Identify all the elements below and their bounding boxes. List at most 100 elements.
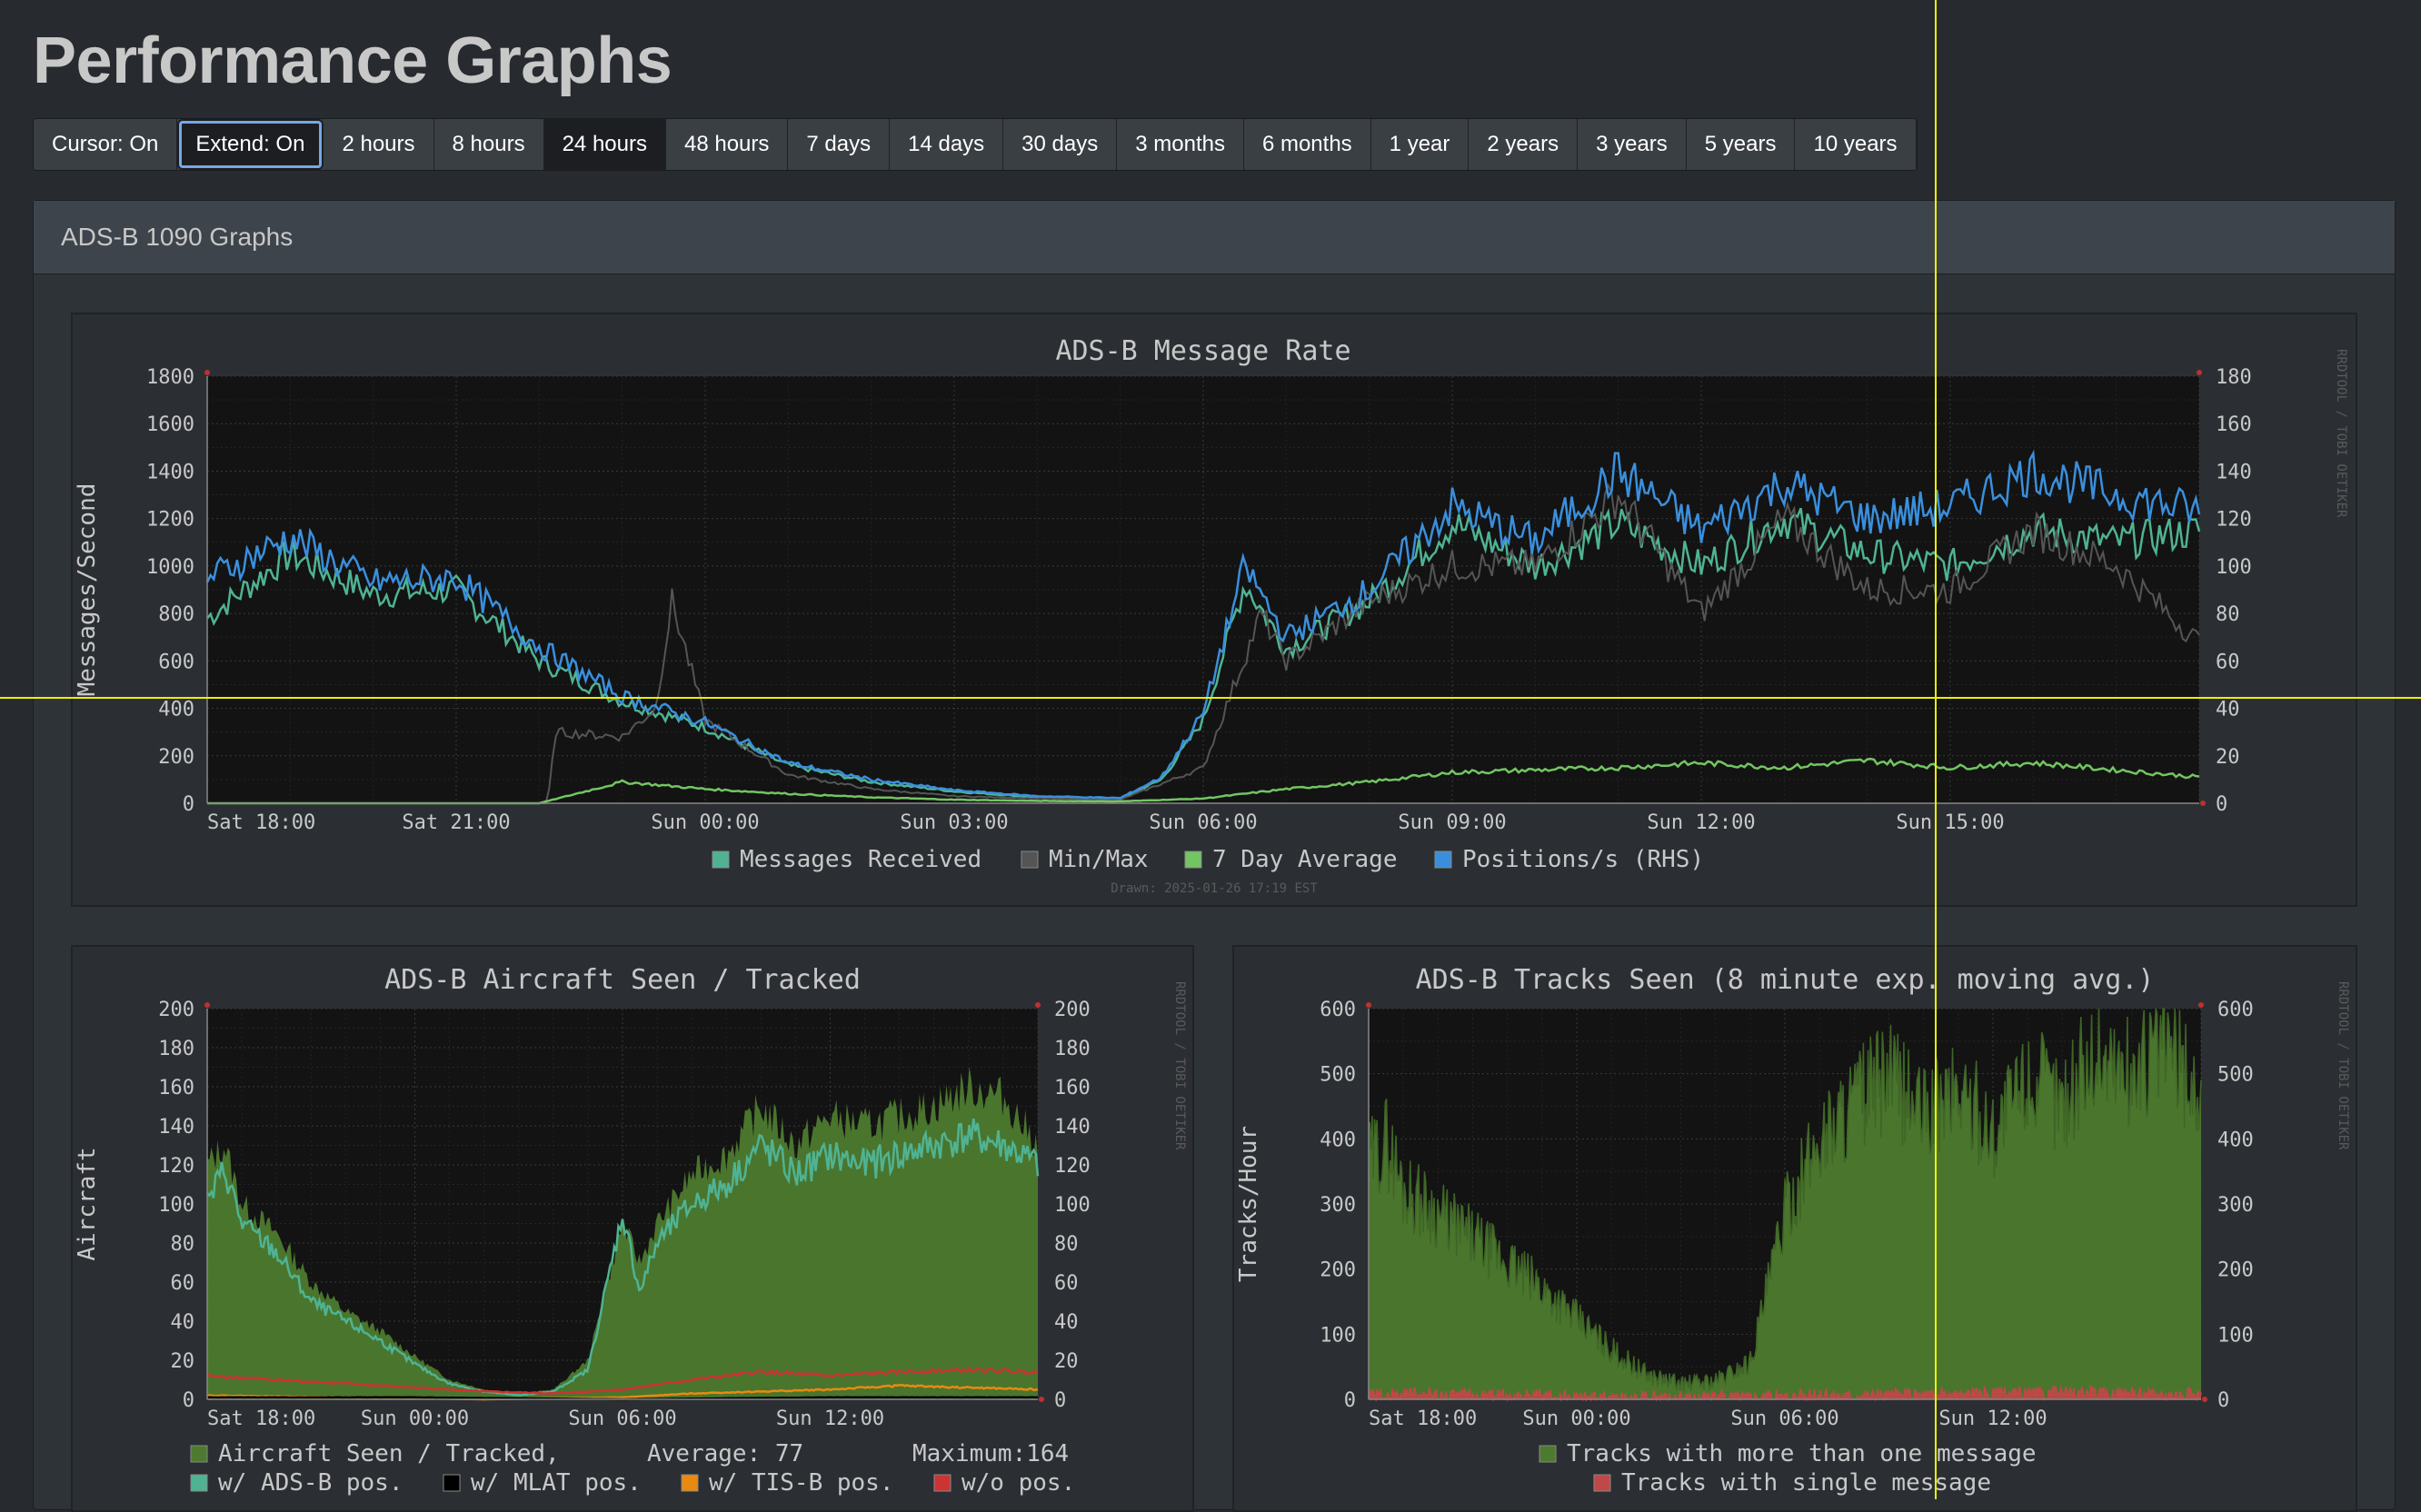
legend-item-w-o-pos: w/o pos. — [961, 1469, 1075, 1497]
legend-item-w-ads-b-pos: w/ ADS-B pos. — [218, 1469, 404, 1497]
y2-tick-label: 180 — [1054, 1038, 1091, 1060]
range-button-6-months[interactable]: 6 months — [1243, 119, 1371, 170]
y-tick-label: 140 — [158, 1116, 194, 1139]
y-tick-label: 1600 — [146, 413, 194, 436]
y-tick-label: 200 — [1320, 1259, 1356, 1282]
y2-tick-label: 80 — [1054, 1233, 1079, 1256]
y2-tick-label: 160 — [1054, 1077, 1091, 1099]
panel-heading: ADS-B 1090 Graphs — [34, 201, 2395, 274]
range-button-3-years[interactable]: 3 years — [1578, 119, 1687, 170]
axis-arrow-top-right — [2198, 1002, 2204, 1008]
legend-swatch-w-mlat-pos — [443, 1474, 461, 1492]
y-tick-label: 0 — [1344, 1389, 1356, 1412]
x-tick-label: Sun 03:00 — [900, 811, 1008, 834]
legend-swatch-7-day-average — [1184, 850, 1202, 869]
message-rate-chart: ADS-B Message Rate Messages/Second 0 0 200 20… — [74, 335, 2348, 896]
y-tick-label: 300 — [1320, 1194, 1356, 1217]
aircraft-seen-chart: ADS-B Aircraft Seen / Tracked Aircraft 0 0 2… — [74, 964, 1187, 1497]
x-tick-label: Sat 18:00 — [207, 1408, 315, 1430]
legend-swatch-aircraft-seen-tracked — [190, 1445, 208, 1463]
x-tick-label: Sun 12:00 — [776, 1408, 884, 1430]
y-tick-label: 0 — [183, 1389, 194, 1412]
chart-title: ADS-B Tracks Seen (8 minute exp. moving … — [1416, 964, 2155, 996]
legend-swatch-messages-received — [712, 850, 730, 869]
legend-item-7-day-average: 7 Day Average — [1212, 846, 1398, 873]
y2-tick-label: 600 — [2217, 999, 2254, 1021]
range-button-1-year[interactable]: 1 year — [1370, 119, 1470, 170]
legend-swatch-w-ads-b-pos — [190, 1474, 208, 1492]
range-button-extend-on[interactable]: Extend: On — [177, 119, 324, 170]
range-button-7-days[interactable]: 7 days — [788, 119, 891, 170]
y2-tick-label: 0 — [2216, 793, 2227, 816]
range-button-2-years[interactable]: 2 years — [1469, 119, 1579, 170]
legend-item-w-tis-b-pos: w/ TIS-B pos. — [709, 1469, 894, 1497]
legend-average-value: Average: 77 — [647, 1440, 803, 1467]
y-tick-label: 1200 — [146, 509, 194, 532]
y-tick-label: 400 — [158, 699, 194, 721]
x-tick-label: Sun 06:00 — [568, 1408, 676, 1430]
y2-tick-label: 60 — [2216, 651, 2240, 673]
y-tick-label: 80 — [171, 1233, 195, 1256]
x-tick-label: Sat 21:00 — [402, 811, 510, 834]
legend-swatch-w-tis-b-pos — [681, 1474, 699, 1492]
y-tick-label: 400 — [1320, 1129, 1356, 1151]
rrdtool-watermark: RRDTOOL / TOBI OETIKER — [2334, 349, 2348, 518]
chart-title: ADS-B Aircraft Seen / Tracked — [384, 964, 861, 996]
legend-item-aircraft-seen-tracked: Aircraft Seen / Tracked, — [218, 1440, 560, 1467]
axis-arrow-right — [1039, 1397, 1044, 1402]
range-button-5-years[interactable]: 5 years — [1686, 119, 1796, 170]
legend-item-w-mlat-pos: w/ MLAT pos. — [471, 1469, 642, 1497]
legend-item-tracks-single: Tracks with single message — [1621, 1469, 1991, 1497]
x-tick-label: Sat 18:00 — [207, 811, 315, 834]
range-button-2-hours[interactable]: 2 hours — [324, 119, 434, 170]
x-tick-label: Sun 15:00 — [1896, 811, 2004, 834]
x-tick-label: Sun 00:00 — [361, 1408, 469, 1430]
legend-item-messages-received: Messages Received — [740, 846, 981, 873]
range-button-14-days[interactable]: 14 days — [890, 119, 1004, 170]
range-button-30-days[interactable]: 30 days — [1003, 119, 1118, 170]
legend-swatch-w-o-pos — [933, 1474, 951, 1492]
y-tick-label: 20 — [171, 1350, 195, 1373]
tracks-seen-graph[interactable]: ADS-B Tracks Seen (8 minute exp. moving … — [1232, 945, 2357, 1512]
y-tick-label: 60 — [171, 1272, 195, 1295]
y2-tick-label: 500 — [2217, 1064, 2254, 1087]
x-tick-label: Sun 00:00 — [651, 811, 759, 834]
axis-arrow-top — [204, 370, 210, 375]
y2-tick-label: 400 — [2217, 1129, 2254, 1151]
y2-tick-label: 120 — [2216, 509, 2252, 532]
range-button-3-months[interactable]: 3 months — [1117, 119, 1244, 170]
y-axis-label: Aircraft — [74, 1147, 101, 1260]
y2-tick-label: 0 — [1054, 1389, 1066, 1412]
x-tick-label: Sat 18:00 — [1369, 1408, 1477, 1430]
time-range-toolbar: Cursor: On Extend: On 2 hours 8 hours 24 hou… — [33, 118, 1918, 171]
y2-tick-label: 140 — [1054, 1116, 1091, 1139]
range-button-10-years[interactable]: 10 years — [1795, 119, 1917, 170]
aircraft-seen-graph[interactable]: ADS-B Aircraft Seen / Tracked Aircraft 0 0 2… — [71, 945, 1194, 1512]
y-tick-label: 40 — [171, 1311, 195, 1334]
y2-tick-label: 100 — [1054, 1194, 1091, 1217]
range-button-8-hours[interactable]: 8 hours — [433, 119, 544, 170]
y2-tick-label: 120 — [1054, 1155, 1091, 1178]
y-tick-label: 200 — [158, 999, 194, 1021]
message-rate-graph[interactable]: ADS-B Message Rate Messages/Second 0 0 200 20… — [71, 313, 2357, 907]
y-tick-label: 800 — [158, 603, 194, 626]
page-title: Performance Graphs — [33, 25, 672, 97]
rrdtool-watermark: RRDTOOL / TOBI OETIKER — [1172, 981, 1187, 1150]
y2-tick-label: 100 — [2216, 556, 2252, 579]
y2-tick-label: 140 — [2216, 461, 2252, 483]
legend-maximum-value: Maximum:164 — [912, 1440, 1069, 1467]
range-button-24-hours[interactable]: 24 hours — [543, 119, 666, 170]
y2-tick-label: 20 — [1054, 1350, 1079, 1373]
y-tick-label: 160 — [158, 1077, 194, 1099]
range-button-48-hours[interactable]: 48 hours — [665, 119, 789, 170]
y-tick-label: 100 — [158, 1194, 194, 1217]
range-button-cursor-on[interactable]: Cursor: On — [34, 119, 178, 170]
legend-swatch-tracks-single — [1593, 1474, 1611, 1492]
tracks-seen-chart: ADS-B Tracks Seen (8 minute exp. moving … — [1235, 964, 2350, 1497]
y2-tick-label: 200 — [2217, 1259, 2254, 1282]
y-axis-label: Messages/Second — [74, 483, 101, 697]
y2-tick-label: 0 — [2217, 1389, 2229, 1412]
axis-arrow-top-right — [1035, 1002, 1041, 1008]
legend-item-min-max: Min/Max — [1049, 846, 1149, 873]
y-axis-label: Tracks/Hour — [1235, 1126, 1262, 1282]
